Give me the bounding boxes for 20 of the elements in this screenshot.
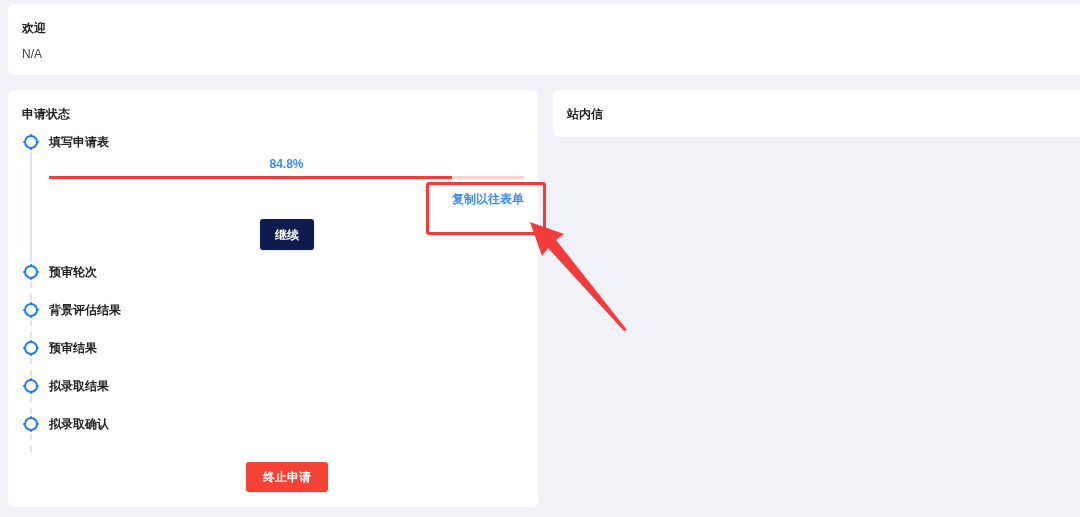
step-circle-icon xyxy=(22,263,40,281)
step-circle-icon xyxy=(22,301,40,319)
progress-percent: 84.8% xyxy=(269,156,304,172)
step-label: 背景评估结果 xyxy=(49,302,121,319)
card-title: 申请状态 xyxy=(22,106,70,122)
card-title: 站内信 xyxy=(567,106,603,122)
step-label: 预审结果 xyxy=(49,340,97,357)
step-label: 拟录取结果 xyxy=(49,378,109,395)
card-title: 欢迎 xyxy=(22,20,46,36)
step-circle-icon xyxy=(22,133,40,151)
step-circle-icon xyxy=(22,339,40,357)
step-circle-icon xyxy=(22,377,40,395)
welcome-value: N/A xyxy=(22,46,42,62)
continue-button[interactable]: 继续 xyxy=(259,219,314,250)
step-label: 填写申请表 xyxy=(49,134,109,151)
terminate-button[interactable]: 终止申请 xyxy=(246,462,328,492)
copy-form-link[interactable]: 复制以往表单 xyxy=(452,191,524,207)
step-label: 拟录取确认 xyxy=(49,416,109,433)
step-label: 预审轮次 xyxy=(49,264,97,281)
step-circle-icon xyxy=(22,415,40,433)
